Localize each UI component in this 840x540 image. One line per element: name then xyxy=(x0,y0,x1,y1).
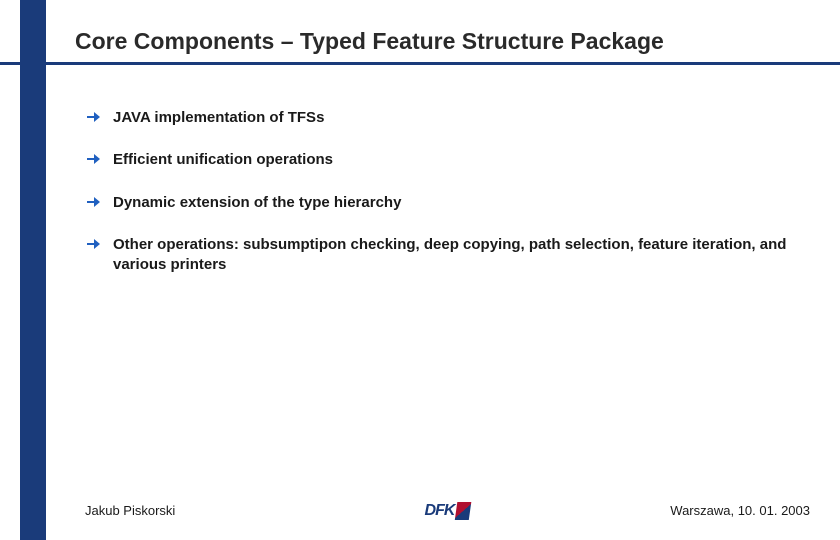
left-accent-bar xyxy=(20,0,46,540)
list-item: Efficient unification operations xyxy=(85,150,810,170)
logo-mark-icon xyxy=(455,502,472,520)
arrow-right-icon xyxy=(85,236,101,252)
slide-title: Core Components – Typed Feature Structur… xyxy=(75,28,810,61)
title-underline xyxy=(0,62,840,65)
bullet-text: Other operations: subsumptipon checking,… xyxy=(113,235,810,276)
footer-logo: DFK xyxy=(425,502,471,520)
slide-content: Core Components – Typed Feature Structur… xyxy=(75,28,810,61)
bullet-text: Dynamic extension of the type hierarchy xyxy=(113,193,401,213)
footer-author: Jakub Piskorski xyxy=(85,503,175,518)
arrow-right-icon xyxy=(85,194,101,210)
slide-footer: Jakub Piskorski DFK Warszawa, 10. 01. 20… xyxy=(85,503,810,518)
bullet-text: Efficient unification operations xyxy=(113,150,333,170)
logo-text: DFK xyxy=(425,502,455,520)
bullet-text: JAVA implementation of TFSs xyxy=(113,108,324,128)
list-item: Dynamic extension of the type hierarchy xyxy=(85,193,810,213)
arrow-right-icon xyxy=(85,109,101,125)
list-item: JAVA implementation of TFSs xyxy=(85,108,810,128)
arrow-right-icon xyxy=(85,151,101,167)
footer-location-date: Warszawa, 10. 01. 2003 xyxy=(670,503,810,518)
list-item: Other operations: subsumptipon checking,… xyxy=(85,235,810,276)
bullet-list: JAVA implementation of TFSs Efficient un… xyxy=(85,108,810,297)
